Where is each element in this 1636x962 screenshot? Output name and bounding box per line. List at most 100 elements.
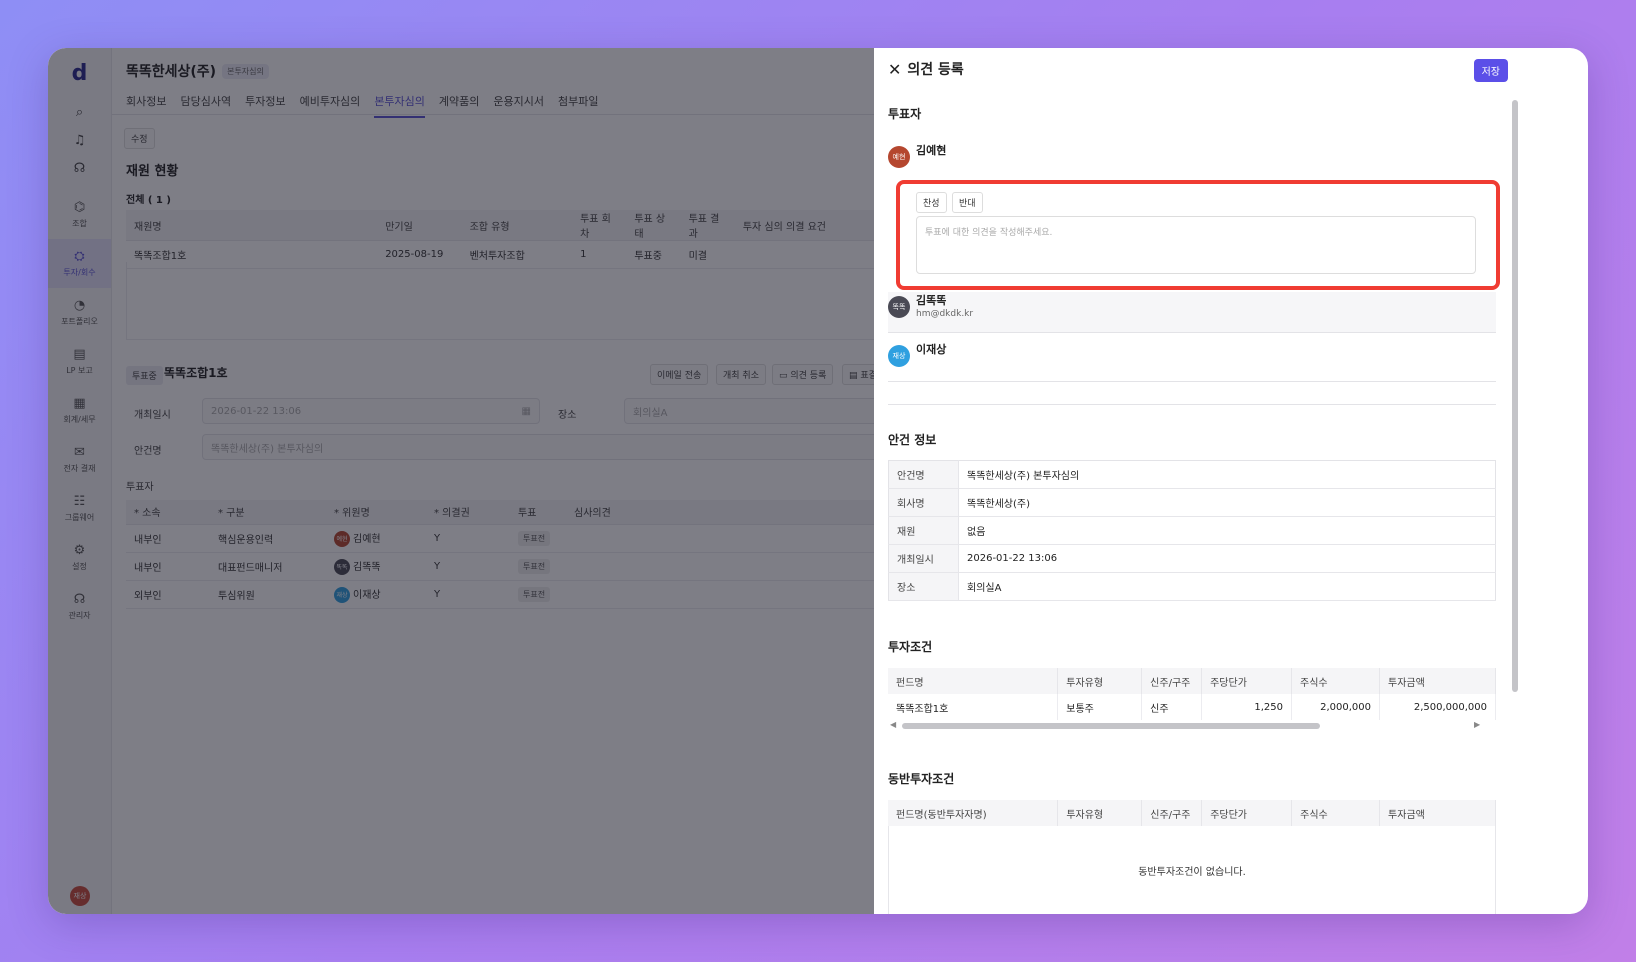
- column-header: 투표 상태: [626, 210, 681, 241]
- voter-name: 김예현: [916, 144, 947, 157]
- document-icon: ▤: [849, 371, 861, 381]
- voter-avatar: 재상: [888, 345, 910, 367]
- table-row: 안건명 똑똑한세상(주) 본투자심의: [888, 460, 1496, 489]
- save-button[interactable]: 저장: [1473, 59, 1508, 82]
- column-header: 투표 결과: [680, 210, 735, 241]
- table-cell: Y: [426, 524, 510, 553]
- report-icon: ▤: [73, 346, 86, 362]
- table-row[interactable]: 내부인 핵심운용인력 예현 김예현 Y 투표전: [126, 524, 966, 553]
- table-row[interactable]: 내부인 대표펀드매니저 똑똑 김똑똑 Y 투표전: [126, 552, 966, 581]
- table-cell: 1,250: [1201, 694, 1293, 720]
- sidebar-item-2[interactable]: ◔ 포트폴리오: [48, 288, 111, 337]
- member-name: 김똑똑: [353, 561, 381, 573]
- horizontal-scrollbar[interactable]: [902, 723, 1320, 729]
- field-label: 안건명: [888, 460, 959, 489]
- column-header: 주식수: [1291, 668, 1380, 694]
- edit-button[interactable]: 수정: [124, 128, 155, 149]
- company-name: 똑똑한세상(주): [126, 64, 217, 80]
- field-value: 똑똑한세상(주) 본투자심의: [958, 460, 1496, 489]
- sidebar-item-1[interactable]: ⛭ 투자/회수: [48, 239, 111, 288]
- accounting-icon: ▦: [73, 395, 86, 411]
- table-row: 재원 없음: [888, 516, 1496, 545]
- sidebar-item-7[interactable]: ⚙ 설정: [48, 533, 111, 582]
- avatar: 예현: [334, 530, 350, 547]
- scroll-right-icon[interactable]: ▶: [1474, 720, 1480, 729]
- field-label: 회사명: [888, 488, 959, 517]
- voters-heading: 투표자: [888, 107, 922, 121]
- voter-avatar: 똑똑: [888, 296, 910, 318]
- voter-name: 김똑똑: [916, 294, 947, 307]
- table-cell: Y: [426, 580, 510, 609]
- meeting-label: 개최일시: [134, 410, 171, 421]
- agenda-label: 안건명: [134, 446, 162, 457]
- table-row: 개최일시 2026-01-22 13:06: [888, 544, 1496, 573]
- table-cell: 보통주: [1057, 694, 1143, 720]
- table-row[interactable]: 똑똑조합1호 보통주 신주 1,250 2,000,000 2,500,000,000: [888, 694, 1496, 720]
- opinion-textarea[interactable]: 투표에 대한 의견을 작성해주세요.: [916, 216, 1476, 274]
- field-label: 개최일시: [888, 544, 959, 573]
- sidebar-item-0[interactable]: ⌬ 조합: [48, 190, 111, 239]
- table-header: 재원명 만기일 조합 유형 투표 회차 투표 상태 투표 결과 투자 심의 의결 요건: [126, 210, 966, 241]
- table-cell: 핵심운용인력: [210, 524, 326, 553]
- send-email-button[interactable]: 이메일 전송: [650, 364, 709, 385]
- investment-icon: ⛭: [74, 248, 85, 264]
- cancel-meeting-button[interactable]: 개최 취소: [716, 364, 766, 385]
- column-header: * 의결권: [426, 500, 510, 525]
- fund-section-title: 재원 현황: [126, 164, 179, 179]
- sidebar-item-label: 포트폴리오: [61, 316, 98, 326]
- voter-item: 똑똑 김똑똑 hm@dkdk.kr: [888, 292, 1496, 332]
- column-header: * 소속: [126, 500, 210, 525]
- opinion-panel: ✕ 의견 등록 저장 투표자 예현 김예현 찬성 반대 투표에 대한 의견을 작…: [874, 48, 1522, 914]
- user-avatar[interactable]: 재상: [70, 886, 90, 906]
- voter-table: * 소속 * 구분 * 위원명 * 의결권 투표 심사의견 내부인 핵심운용인력 예현 김예현 Y 투…: [126, 500, 966, 609]
- close-icon[interactable]: ✕: [888, 60, 901, 79]
- vertical-scrollbar[interactable]: [1512, 100, 1518, 692]
- table-cell: 예현 김예현: [326, 524, 426, 553]
- vote-status-badge: 투표전: [518, 530, 551, 546]
- table-cell: 신주: [1141, 694, 1203, 720]
- table-header: 펀드명(동반투자자명) 투자유형 신주/구주 주당단가 주식수 투자금액: [888, 800, 1496, 826]
- sidebar-item-5[interactable]: ✉ 전자 결재: [48, 435, 111, 484]
- meeting-datetime-field[interactable]: 2026-01-22 13:06 ▦: [202, 398, 540, 424]
- voter-name: 이재상: [916, 343, 947, 356]
- sidebar-item-label: 관리자: [68, 610, 91, 620]
- sidebar-item-8[interactable]: ☊ 관리자: [48, 582, 111, 631]
- avatar: 똑똑: [334, 558, 350, 575]
- field-value: 똑똑한세상(주): [958, 488, 1496, 517]
- voter-item: 예현 김예현: [888, 142, 1496, 182]
- table-cell: 투표전: [510, 580, 566, 609]
- table-cell: 똑똑 김똑똑: [326, 552, 426, 581]
- sidebar-item-3[interactable]: ▤ LP 보고: [48, 337, 111, 386]
- column-header: 투자유형: [1057, 668, 1143, 694]
- table-row[interactable]: 외부인 투심위원 재상 이재상 Y 투표전: [126, 580, 966, 609]
- field-value: 없음: [958, 516, 1496, 545]
- table-cell: 대표펀드매니저: [210, 552, 326, 581]
- co-invest-heading: 동반투자조건: [888, 772, 955, 786]
- table-cell: 내부인: [126, 524, 210, 553]
- sidebar-item-6[interactable]: ☷ 그룹웨어: [48, 484, 111, 533]
- column-header: 투표 회차: [572, 210, 627, 241]
- register-opinion-button[interactable]: ▭ 의견 등록: [772, 364, 834, 385]
- sidebar-item-4[interactable]: ▦ 회계/세무: [48, 386, 111, 435]
- groupware-icon: ☷: [73, 493, 86, 509]
- table-cell: Y: [426, 552, 510, 581]
- approve-button[interactable]: 찬성: [916, 192, 947, 213]
- agenda-field[interactable]: 똑똑한세상(주) 본투자심의: [202, 434, 954, 460]
- app-logo[interactable]: d: [48, 48, 111, 98]
- co-invest-empty: 동반투자조건이 없습니다.: [888, 826, 1496, 914]
- table-header: * 소속 * 구분 * 위원명 * 의결권 투표 심사의견: [126, 500, 966, 525]
- sidebar-item-label: 조합: [72, 218, 87, 228]
- fund-total: 전체 ( 1 ): [126, 195, 171, 206]
- headset-icon[interactable]: ☊: [48, 154, 111, 182]
- sidebar-item-label: 설정: [72, 561, 87, 571]
- voters-label: 투표자: [126, 482, 154, 493]
- search-icon[interactable]: ⌕: [48, 98, 111, 126]
- table-cell: 투심위원: [210, 580, 326, 609]
- reject-button[interactable]: 반대: [952, 192, 983, 213]
- column-header: * 구분: [210, 500, 326, 525]
- column-header: 신주/구주: [1141, 800, 1203, 826]
- sidebar-item-label: 투자/회수: [63, 267, 96, 277]
- calendar-icon[interactable]: ▦: [522, 406, 531, 417]
- bell-icon[interactable]: ♫: [48, 126, 111, 154]
- scroll-left-icon[interactable]: ◀: [890, 720, 896, 729]
